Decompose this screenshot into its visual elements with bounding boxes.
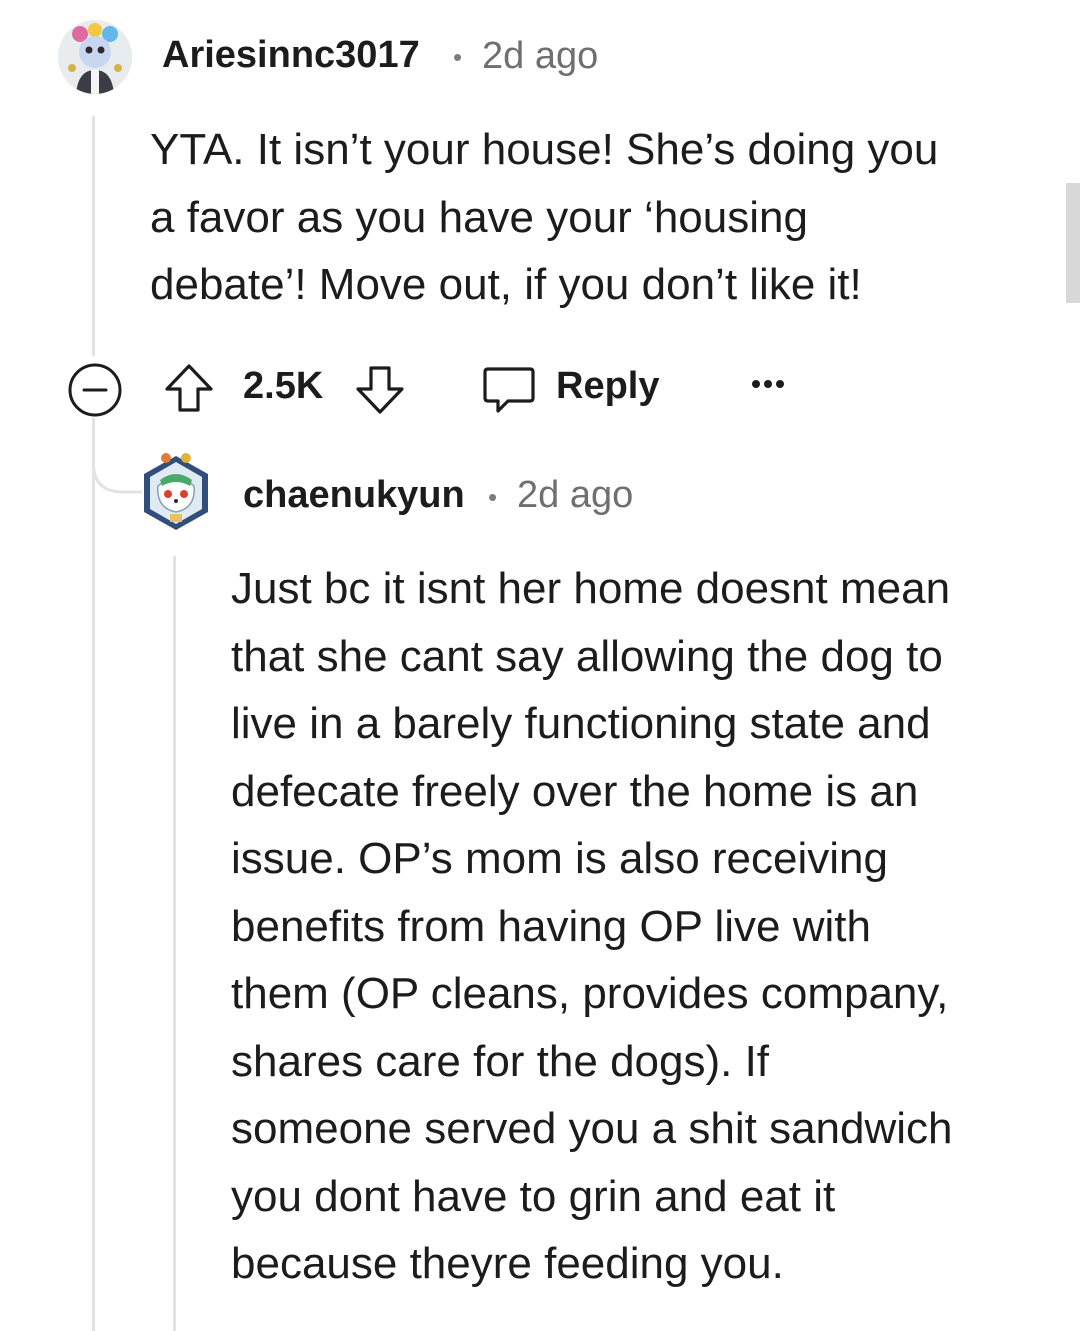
avatar[interactable] bbox=[58, 20, 132, 94]
reply-separator: • bbox=[488, 482, 498, 512]
comment-username[interactable]: Ariesinnc3017 bbox=[162, 34, 420, 77]
downvote-arrow-icon[interactable] bbox=[354, 364, 406, 416]
comment-separator: • bbox=[453, 42, 463, 72]
avatar-image bbox=[144, 453, 208, 530]
comment-body-line: YTA. It isn’t your house! She’s doing yo… bbox=[150, 125, 939, 174]
reply-body-line: someone served you a shit sandwich bbox=[231, 1104, 953, 1153]
reply-body-line: Just bc it isnt her home doesnt mean bbox=[231, 564, 951, 613]
reply-body-line: defecate freely over the home is an bbox=[231, 766, 919, 816]
reply-body-line: live in a barely functioning state and bbox=[231, 699, 931, 748]
vote-score: 2.5K bbox=[243, 365, 324, 407]
comment-body-line: debate’! Move out, if you don’t like it! bbox=[150, 260, 862, 309]
reply-button[interactable]: Reply bbox=[480, 360, 670, 416]
upvote-arrow-icon[interactable] bbox=[163, 362, 215, 414]
thread-line-comment-lower[interactable] bbox=[92, 420, 95, 1331]
reply-body-line: them (OP cleans, provides company, bbox=[231, 969, 949, 1018]
collapse-icon[interactable] bbox=[67, 362, 123, 418]
reply-body-line: that she cant say allowing the dog to bbox=[231, 631, 943, 681]
scrollbar[interactable] bbox=[1066, 183, 1080, 303]
reply-body: Just bc it isnt her home doesnt mean tha… bbox=[231, 555, 953, 1298]
reply-body-line: shares care for the dogs). If bbox=[231, 1036, 770, 1086]
comment-body: YTA. It isn’t your house! She’s doing yo… bbox=[150, 116, 938, 319]
reply-label: Reply bbox=[556, 365, 660, 407]
comment-body-line: a favor as you have your ‘housing bbox=[150, 192, 808, 242]
reply-body-line: you dont have to grin and eat it bbox=[231, 1171, 836, 1221]
reply-avatar[interactable] bbox=[140, 450, 212, 534]
reply-body-line: benefits from having OP live with bbox=[231, 901, 871, 951]
reply-body-line: issue. OP’s mom is also receiving bbox=[231, 834, 888, 883]
speech-bubble-icon bbox=[483, 367, 535, 413]
thread-line-reply[interactable] bbox=[173, 556, 176, 1331]
comment-timestamp: 2d ago bbox=[482, 35, 599, 77]
avatar-image bbox=[58, 20, 132, 94]
more-options-icon[interactable] bbox=[750, 374, 790, 394]
thread-line-comment[interactable] bbox=[92, 116, 95, 356]
reply-body-line: because theyre feeding you. bbox=[231, 1239, 784, 1288]
reply-username[interactable]: chaenukyun bbox=[243, 474, 465, 517]
reply-timestamp: 2d ago bbox=[517, 474, 634, 516]
